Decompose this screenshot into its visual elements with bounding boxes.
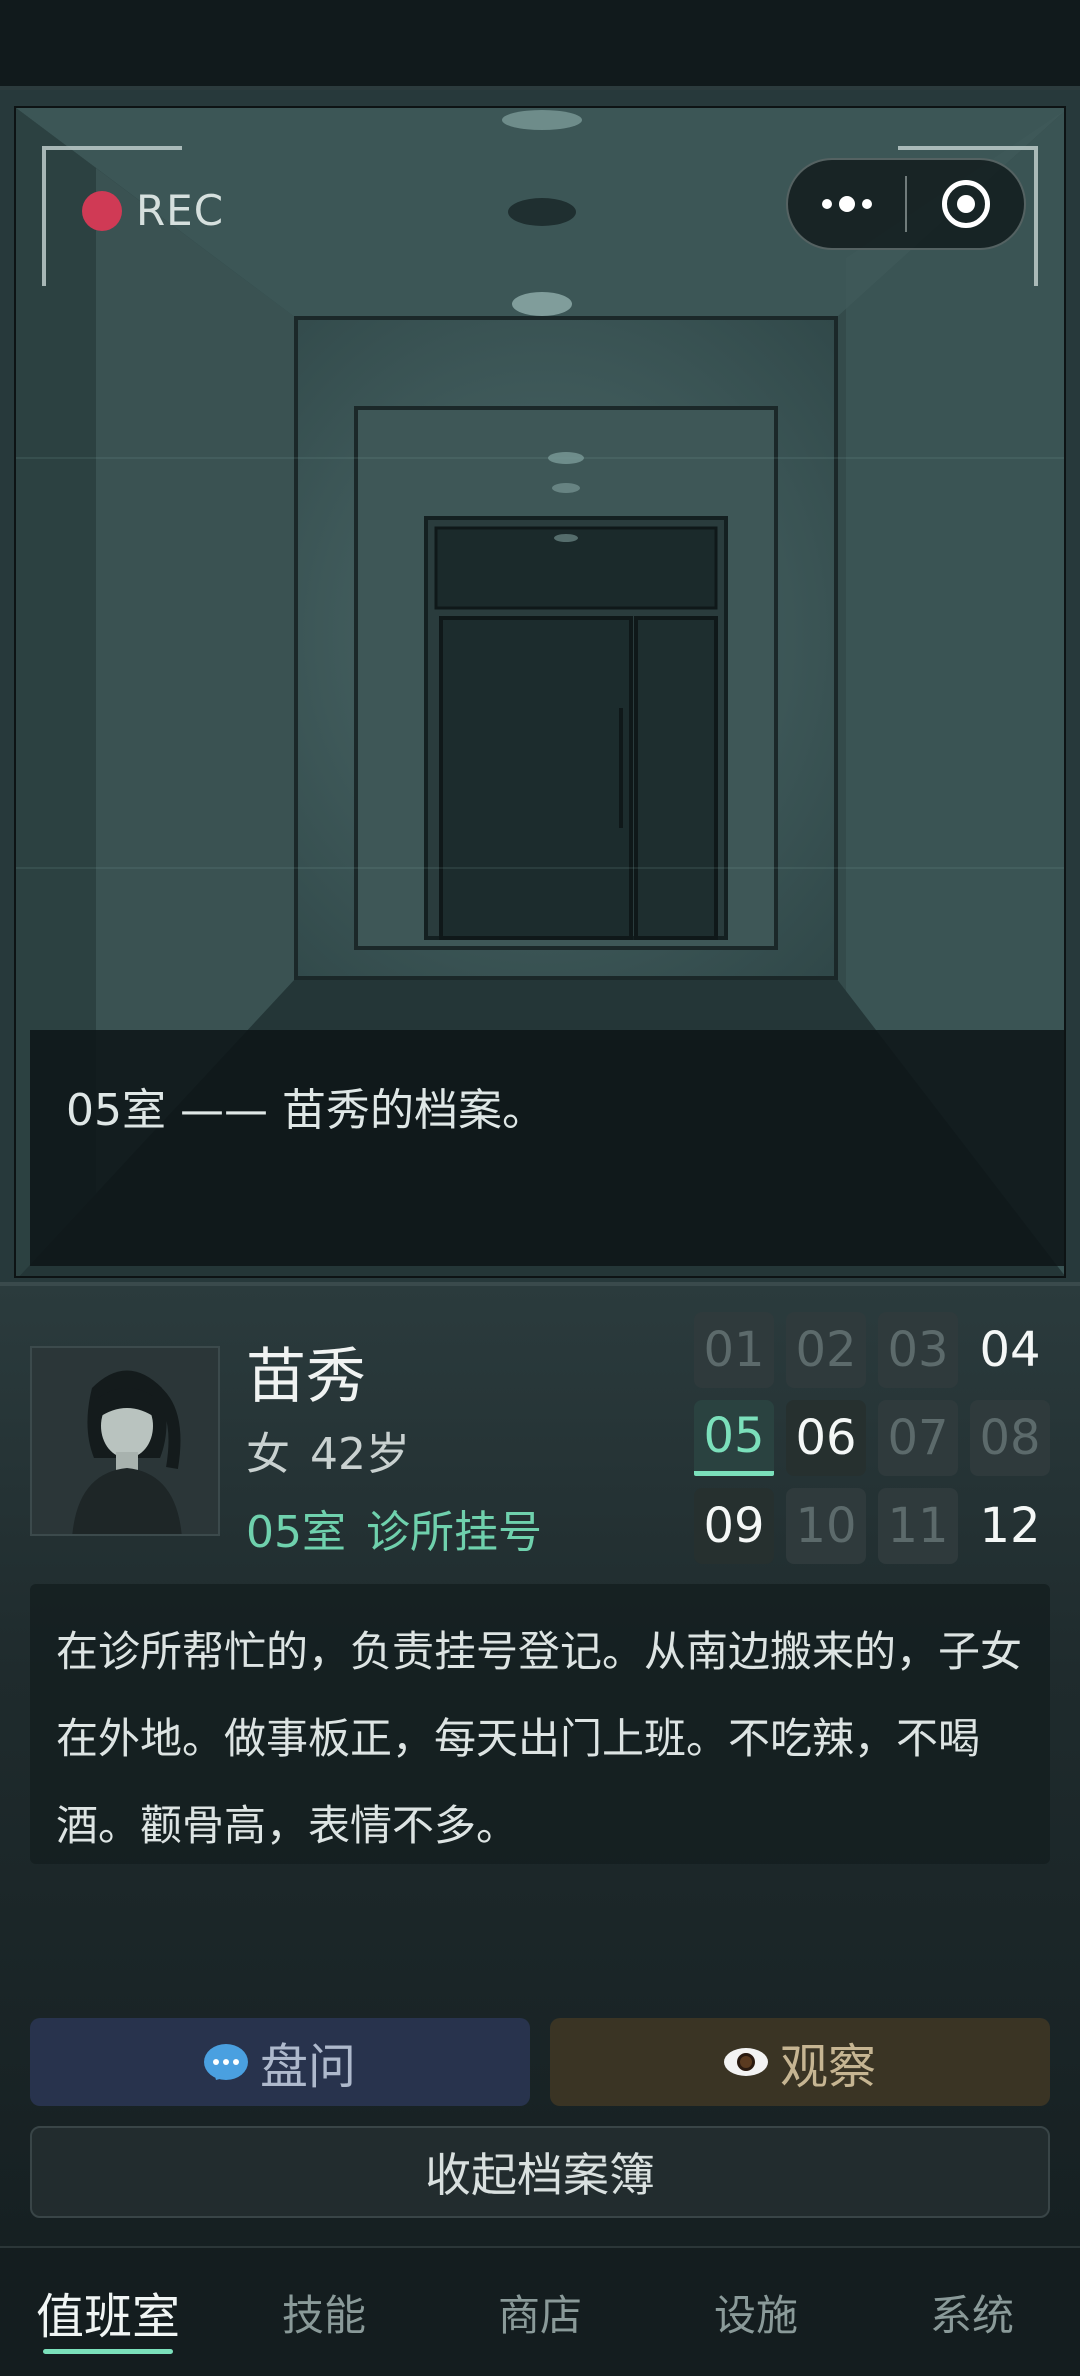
room-selector: 01 02 03 04 05 06 07 08 09 10 11 12 (694, 1312, 1054, 1564)
nav-tab-3[interactable]: 设施 (648, 2248, 864, 2376)
nav-tab-0[interactable]: 值班室 (0, 2248, 216, 2376)
resident-room-info: 05室 诊所挂号 (246, 1496, 542, 1560)
interrogate-button[interactable]: 盘问 (30, 2018, 530, 2106)
record-dot-icon (82, 190, 122, 231)
status-bar (0, 0, 1080, 86)
room-cell-02: 02 (786, 1312, 866, 1388)
more-button[interactable] (788, 160, 905, 248)
caption-text: 05室 —— 苗秀的档案。 (66, 1085, 546, 1136)
speech-bubble-icon (203, 2044, 248, 2080)
rec-label: REC (136, 186, 225, 235)
room-cell-11: 11 (878, 1488, 958, 1564)
dossier-panel: 苗秀 女 42岁 05室 诊所挂号 01 02 03 04 05 06 07 08 09 10 11… (0, 1286, 1080, 2246)
nav-tab-2[interactable]: 商店 (432, 2248, 648, 2376)
resident-meta: 女 42岁 (246, 1418, 410, 1482)
bottom-nav: 值班室 技能 商店 设施 系统 (0, 2246, 1080, 2376)
room-cell-01: 01 (694, 1312, 774, 1388)
camera-caption: 05室 —— 苗秀的档案。 (30, 1030, 1064, 1266)
observe-label: 观察 (779, 2039, 876, 2095)
resident-description: 在诊所帮忙的，负责挂号登记。从南边搬来的，子女在外地。做事板正，每天出门上班。不… (30, 1584, 1050, 1864)
target-circle-icon (941, 180, 990, 228)
resident-gender: 女 (246, 1429, 290, 1480)
resident-job: 诊所挂号 (366, 1507, 542, 1558)
camera-feed: REC 05室 —— 苗秀的档案。 (14, 106, 1066, 1278)
resident-age: 42岁 (310, 1429, 410, 1480)
room-cell-09[interactable]: 09 (694, 1488, 774, 1564)
room-cell-03: 03 (878, 1312, 958, 1388)
room-cell-08: 08 (970, 1400, 1050, 1476)
room-cell-10: 10 (786, 1488, 866, 1564)
resident-name: 苗秀 (246, 1342, 366, 1412)
room-cell-05[interactable]: 05 (694, 1400, 774, 1476)
resident-room: 05室 (246, 1507, 346, 1558)
observe-button[interactable]: 观察 (550, 2018, 1050, 2106)
cctv-monitor: REC 05室 —— 苗秀的档案。 (0, 86, 1080, 1286)
resident-avatar (30, 1346, 220, 1536)
nav-tab-4[interactable]: 系统 (864, 2248, 1080, 2376)
eye-icon (723, 2048, 768, 2076)
room-cell-07: 07 (878, 1400, 958, 1476)
interrogate-label: 盘问 (259, 2039, 356, 2095)
miniprogram-capsule (786, 158, 1026, 250)
room-cell-04[interactable]: 04 (970, 1312, 1050, 1388)
nav-tab-1[interactable]: 技能 (216, 2248, 432, 2376)
close-miniprogram-button[interactable] (907, 160, 1024, 248)
rec-indicator: REC (82, 186, 224, 235)
room-cell-12[interactable]: 12 (970, 1488, 1050, 1564)
room-cell-06[interactable]: 06 (786, 1400, 866, 1476)
more-dots-icon (821, 196, 872, 212)
collapse-dossier-button[interactable]: 收起档案簿 (30, 2126, 1050, 2218)
portrait-image (32, 1348, 218, 1534)
